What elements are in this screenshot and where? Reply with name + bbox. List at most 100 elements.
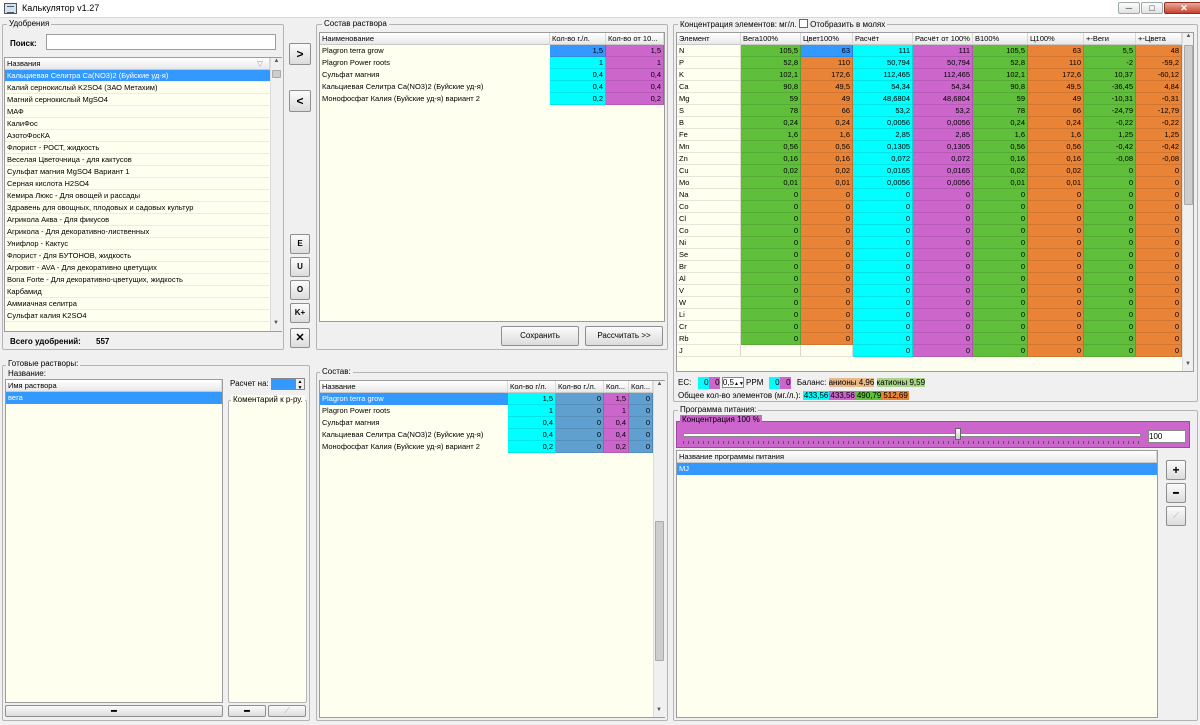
composition-row[interactable]: Сульфат магния 0,4 0 0,4 0 [320,417,653,429]
fertilizer-item[interactable]: Агровит - AVA - Для декоративно цветущих [5,262,270,274]
composition-scrollbar[interactable]: ▲ ▼ [653,381,665,717]
scroll-thumb[interactable] [272,70,281,78]
program-item[interactable]: MJ [677,463,1157,475]
fertilizer-item[interactable]: Сульфат калия K2SO4 [5,310,270,322]
o-button[interactable]: O [290,280,310,300]
composition-col-header[interactable]: Кол... [604,381,629,393]
fertilizer-item[interactable]: КалиФос [5,118,270,130]
element-row[interactable]: Mg 59 49 48,6804 48,6804 59 49 -10,31 -0,31 [677,93,1182,105]
conc-col-header[interactable]: +-Цвета [1136,33,1182,45]
edit-program-button[interactable]: ⟋ [1166,506,1186,526]
fertilizer-item[interactable]: Агрикола - Для декоративно-лиственных [5,226,270,238]
conc-col-header[interactable]: Расчёт [853,33,913,45]
sostav-row[interactable]: Сульфат магния 0,4 0,4 [320,69,664,81]
fertilizer-item[interactable]: Сульфат магния MgSO4 Вариант 1 [5,166,270,178]
slider-thumb[interactable] [955,428,961,440]
composition-row[interactable]: Plagron terra grow 1,5 0 1,5 0 [320,393,653,405]
composition-value[interactable]: 0 [629,429,653,441]
element-row[interactable]: Cu 0,02 0,02 0,0165 0,0165 0,02 0,02 0 0 [677,165,1182,177]
fertilizer-list[interactable]: Названия ▽ Кальциевая Селитра Ca(NO3)2 (Б… [4,57,282,332]
minimize-button[interactable]: ─ [1118,2,1140,14]
delete-button[interactable]: ✕ [290,328,310,348]
sostav-qty[interactable]: 0,4 [550,81,606,93]
composition-row[interactable]: Кальциевая Селитра Ca(NO3)2 (Буйские уд-… [320,429,653,441]
element-row[interactable]: Br 0 0 0 0 0 0 0 0 [677,261,1182,273]
sostav-col-qty[interactable]: Кол-во г./л. [550,33,606,45]
moles-checkbox[interactable] [798,19,808,28]
sostav-col-qty100[interactable]: Кол-во от 10... [606,33,664,45]
conc-col-header[interactable]: +-Веги [1084,33,1136,45]
sostav-qty100[interactable]: 1,5 [606,45,664,57]
fertilizer-item[interactable]: Карбамид [5,286,270,298]
save-button[interactable]: Сохранить [501,326,579,346]
calc-for-input[interactable] [271,378,297,390]
composition-value[interactable]: 1,5 [508,393,556,405]
add-to-solution-button[interactable]: > [289,43,311,65]
composition-value[interactable]: 0 [556,393,604,405]
concentration-slider[interactable] [683,433,1141,437]
add-program-button[interactable]: + [1166,460,1186,480]
composition-value[interactable]: 0,4 [604,417,629,429]
composition-value[interactable]: 0 [629,393,653,405]
element-row[interactable]: Al 0 0 0 0 0 0 0 0 [677,273,1182,285]
element-row[interactable]: W00000000 [677,297,1182,309]
element-row[interactable]: Mn 0,56 0,56 0,1305 0,1305 0,56 0,56 -0,42 -0,42 [677,141,1182,153]
comment-edit-button[interactable]: ⟋ [268,705,306,717]
element-row[interactable]: Na 0 0 0 0 0 0 0 0 [677,189,1182,201]
fertilizer-item[interactable]: Кемира Люкс - Для овощей и рассады [5,190,270,202]
comp-scroll-thumb[interactable] [655,521,664,661]
composition-value[interactable]: 1 [508,405,556,417]
remove-from-solution-button[interactable]: < [289,90,311,112]
conc-col-header[interactable]: Расчёт от 100% [913,33,973,45]
edit-button[interactable]: E [290,234,310,254]
composition-col-header[interactable]: Кол-во г./л. [556,381,604,393]
element-row[interactable]: Ni 0 0 0 0 0 0 0 0 [677,237,1182,249]
search-input[interactable] [46,34,276,50]
composition-col-header[interactable]: Кол-во г/л. [508,381,556,393]
fertilizer-item[interactable]: Калий сернокислый K2SO4 (ЗАО Метахим) [5,82,270,94]
element-row[interactable]: Ca 90,8 49,5 54,34 54,34 90,8 49,5 -36,45 4,84 [677,81,1182,93]
conc-scroll-thumb[interactable] [1184,45,1193,205]
fertilizer-item[interactable]: Веселая Цветочница - для кактусов [5,154,270,166]
sostav-row[interactable]: Кальциевая Селитра Ca(NO3)2 (Буйские уд-… [320,81,664,93]
conc-scroll-up-icon[interactable]: ▲ [1183,33,1193,39]
element-row[interactable]: J000000 [677,345,1182,357]
composition-value[interactable]: 0,4 [604,429,629,441]
sostav-row[interactable]: Plagron terra grow 1,5 1,5 [320,45,664,57]
ready-solutions-list[interactable]: Имя раствора вега [5,379,223,703]
u-button[interactable]: U [290,257,310,277]
element-row[interactable]: B 0,24 0,24 0,0056 0,0056 0,24 0,24 -0,22 -0,22 [677,117,1182,129]
sostav-qty[interactable]: 1,5 [550,45,606,57]
sostav-qty100[interactable]: 0,4 [606,69,664,81]
program-list[interactable]: Название программы питания MJ [676,450,1158,718]
composition-value[interactable]: 0,4 [508,429,556,441]
fertilizer-item[interactable]: Агрикола Аква - Для фикусов [5,214,270,226]
calculate-button[interactable]: Рассчитать >> [585,326,663,346]
sostav-qty100[interactable]: 0,2 [606,93,664,105]
fertilizer-item[interactable]: Серная кислота H2SO4 [5,178,270,190]
close-button[interactable]: ✕ [1164,2,1200,14]
element-row[interactable]: Zn 0,16 0,16 0,072 0,072 0,16 0,16 -0,08 -0,08 [677,153,1182,165]
composition-row[interactable]: Монофосфат Калия (Буйские уд-я) вариант … [320,441,653,453]
remove-solution-button[interactable]: ━ [5,705,223,717]
composition-value[interactable]: 0,4 [508,417,556,429]
sostav-col-name[interactable]: Наименование [320,33,550,45]
fertilizer-list-header[interactable]: Названия ▽ [5,58,270,70]
composition-value[interactable]: 1,5 [604,393,629,405]
composition-value[interactable]: 0,2 [508,441,556,453]
element-row[interactable]: S 78 66 53,2 53,2 78 66 -24,79 -12,79 [677,105,1182,117]
fertilizer-item[interactable]: Bona Forte - Для декоративно-цветущих, ж… [5,274,270,286]
composition-col-header[interactable]: Кол... [629,381,653,393]
sostav-qty100[interactable]: 1 [606,57,664,69]
conc-col-header[interactable]: Элемент [677,33,741,45]
sostav-qty[interactable]: 0,2 [550,93,606,105]
comment-minus-button[interactable]: ━ [228,705,266,717]
composition-value[interactable]: 0 [629,441,653,453]
ppm-spinner[interactable]: 0,5▲▼ [721,377,744,388]
fertilizer-item[interactable]: Магний сернокислый MgSO4 [5,94,270,106]
composition-value[interactable]: 0,2 [604,441,629,453]
composition-table[interactable]: Название Кол-во г/л. Кол-во г./л. Кол... Кол… [319,380,665,718]
element-row[interactable]: Rb 0 0 0 0 0 0 0 0 [677,333,1182,345]
remove-program-button[interactable]: ━ [1166,483,1186,503]
sostav-row[interactable]: Plagron Power roots 1 1 [320,57,664,69]
